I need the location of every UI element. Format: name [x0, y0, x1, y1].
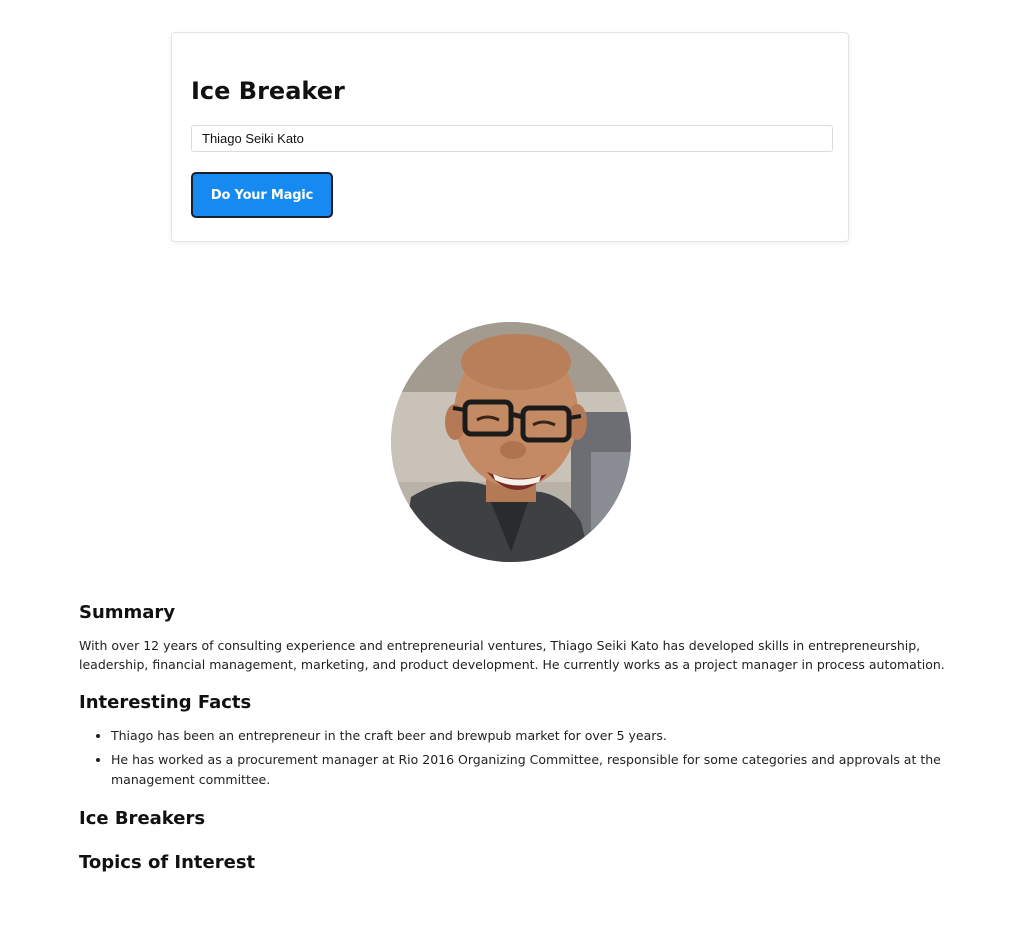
do-your-magic-button[interactable]: Do Your Magic [191, 172, 333, 218]
page-title: Ice Breaker [191, 77, 345, 105]
summary-text: With over 12 years of consulting experie… [79, 638, 945, 672]
list-item: Thiago has been an entrepreneur in the c… [111, 726, 959, 746]
ice-breakers-heading: Ice Breakers [79, 808, 206, 829]
profile-photo-avatar [391, 322, 631, 562]
topics-of-interest-heading: Topics of Interest [79, 852, 256, 873]
profile-content: Summary With over 12 years of consulting… [79, 598, 959, 878]
profile-photo-icon [391, 322, 631, 562]
interesting-facts-list: Thiago has been an entrepreneur in the c… [79, 726, 959, 790]
ice-breaker-form-card: Ice Breaker Do Your Magic [171, 32, 849, 242]
name-input[interactable] [191, 125, 833, 152]
interesting-facts-heading: Interesting Facts [79, 692, 252, 713]
list-item: He has worked as a procurement manager a… [111, 750, 959, 790]
summary-heading: Summary [79, 602, 176, 623]
